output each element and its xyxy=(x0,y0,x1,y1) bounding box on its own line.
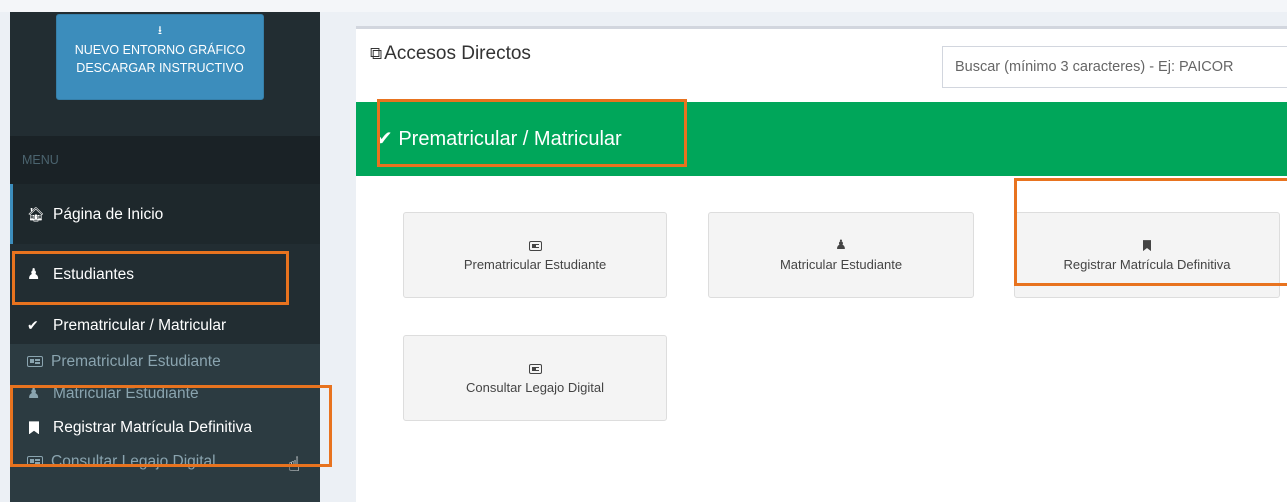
accesos-directos-box: ⧉Accesos Directos ✔ Prematricular / Matr… xyxy=(356,26,1287,502)
home-icon: 🏠︎ xyxy=(27,206,45,222)
person-icon: ♟ xyxy=(835,237,847,252)
id-card-icon xyxy=(27,456,43,468)
section-title: Prematricular / Matricular xyxy=(398,128,622,150)
menu-header: MENU xyxy=(10,136,320,184)
sidebar-subitem-label: Consultar Legajo Digital xyxy=(51,453,216,470)
sidebar-subitem-registrar-matricula-definitiva[interactable]: Registrar Matrícula Definitiva xyxy=(10,410,320,446)
download-button-line1: NUEVO ENTORNO GRÁFICO xyxy=(74,43,246,57)
search-input[interactable] xyxy=(942,46,1287,88)
sidebar-item-estudiantes[interactable]: ♟ Estudiantes xyxy=(10,244,320,306)
sidebar-item-prematricular-matricular[interactable]: ✔ Prematricular / Matricular xyxy=(10,306,320,344)
sidebar-item-label: Prematricular / Matricular xyxy=(53,317,227,334)
tile-label: Prematricular Estudiante xyxy=(463,257,607,272)
sidebar: ⭳ NUEVO ENTORNO GRÁFICO DESCARGAR INSTRU… xyxy=(10,12,320,502)
sidebar-item-label: Estudiantes xyxy=(53,266,134,283)
download-instructivo-button[interactable]: ⭳ NUEVO ENTORNO GRÁFICO DESCARGAR INSTRU… xyxy=(56,14,264,100)
tile-label: Matricular Estudiante xyxy=(779,257,903,272)
sidebar-subitem-consultar-legajo-digital[interactable]: Consultar Legajo Digital xyxy=(10,444,320,480)
box-title-text: Accesos Directos xyxy=(384,43,531,64)
tile-label: Registrar Matrícula Definitiva xyxy=(1063,257,1231,272)
sidebar-submenu: Prematricular Estudiante ♟ Matricular Est… xyxy=(10,344,320,502)
tile-label: Consultar Legajo Digital xyxy=(465,380,605,395)
tile-registrar-matricula-definitiva[interactable]: Registrar Matrícula Definitiva xyxy=(1014,212,1280,298)
id-card-icon xyxy=(528,363,542,374)
person-icon: ♟ xyxy=(27,385,41,402)
bookmark-icon xyxy=(29,421,39,435)
sidebar-subitem-matricular-estudiante[interactable]: ♟ Matricular Estudiante xyxy=(10,376,320,412)
bookmark-icon xyxy=(1143,240,1151,252)
sidebar-subitem-prematricular-estudiante[interactable]: Prematricular Estudiante xyxy=(10,344,320,380)
download-button-line2: DESCARGAR INSTRUCTIVO xyxy=(76,61,244,75)
sidebar-subitem-label: Matricular Estudiante xyxy=(53,385,199,402)
id-card-icon xyxy=(27,356,43,368)
download-area: ⭳ NUEVO ENTORNO GRÁFICO DESCARGAR INSTRU… xyxy=(10,12,320,136)
sidebar-item-label: Página de Inicio xyxy=(53,206,164,223)
sidebar-subitem-label: Prematricular Estudiante xyxy=(51,353,221,370)
tile-matricular-estudiante[interactable]: ♟ Matricular Estudiante xyxy=(708,212,974,298)
person-icon: ♟ xyxy=(27,266,41,283)
section-header: ✔ Prematricular / Matricular xyxy=(356,102,1287,176)
download-icon: ⭳ xyxy=(157,23,163,37)
tile-consultar-legajo-digital[interactable]: Consultar Legajo Digital xyxy=(403,335,667,421)
box-title: ⧉ Accesos Directos xyxy=(370,43,531,65)
sidebar-item-home[interactable]: 🏠︎ Página de Inicio xyxy=(10,184,320,244)
tile-prematricular-estudiante[interactable]: Prematricular Estudiante xyxy=(403,212,667,298)
check-icon: ✔ xyxy=(376,128,393,150)
sidebar-subitem-label: Registrar Matrícula Definitiva xyxy=(53,419,252,436)
top-strip xyxy=(0,0,1287,12)
check-icon: ✔ xyxy=(27,317,39,333)
external-link-icon: ⧉ xyxy=(370,44,383,63)
id-card-icon xyxy=(528,240,542,251)
hand-cursor-icon: ☝ xyxy=(288,454,301,476)
